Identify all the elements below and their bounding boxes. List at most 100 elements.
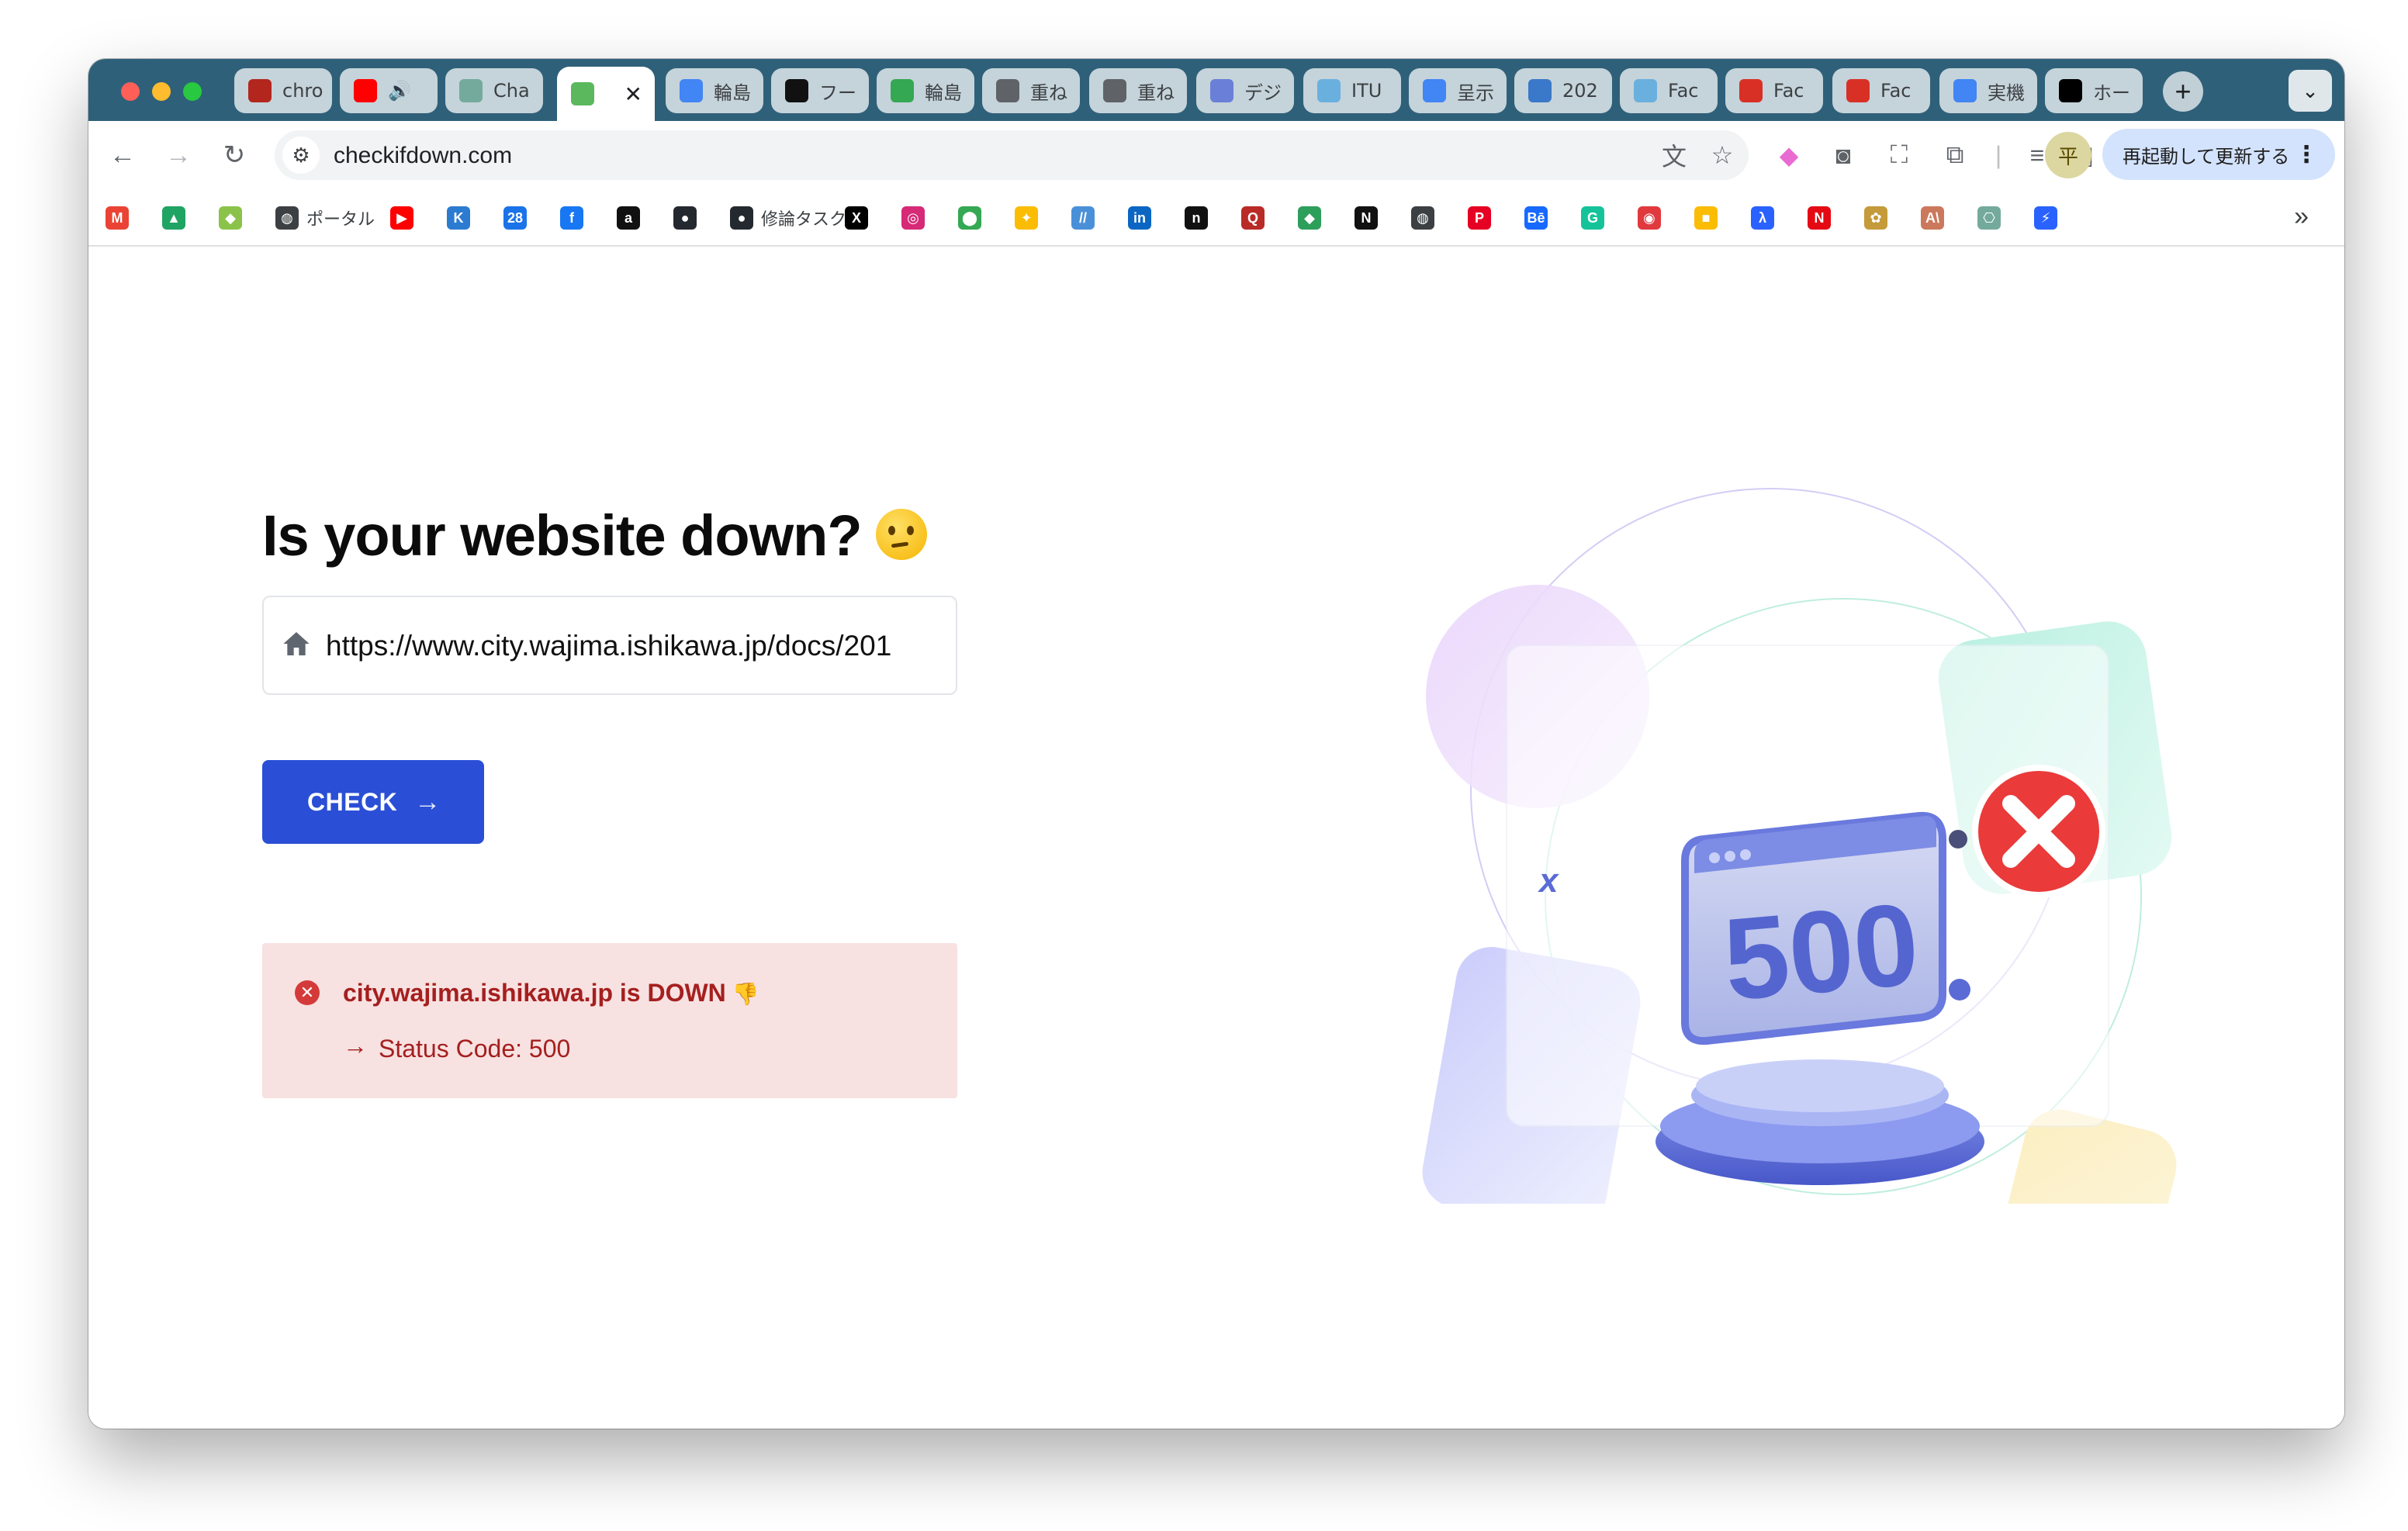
new-tab-button[interactable]: + [2163, 71, 2203, 112]
extension-icon[interactable]: ◆ [1772, 138, 1806, 172]
tab-14[interactable]: Fac [1620, 68, 1718, 113]
bookmarks-bar: M ▲ ◆ ◍ ポータル ▶ K 28 f a ● ● 修論タスク X ◎ ⬤ ✦ // in n Q ◆ N ◍ P Bē G ◉ ■… [88, 189, 2344, 247]
tab-6[interactable]: フー [771, 68, 869, 113]
tab-11[interactable]: ITU [1303, 68, 1401, 113]
tab-3[interactable]: Cha [445, 68, 543, 113]
bookmark-item[interactable]: P [1468, 205, 1491, 231]
bookmark-item[interactable]: ▶ [390, 205, 413, 231]
tab-label: 呈示 [1457, 81, 1494, 104]
close-window-button[interactable] [121, 82, 140, 101]
bookmark-item[interactable]: X [845, 205, 868, 231]
tab-2[interactable]: 🔊 [340, 68, 438, 113]
zoom-window-button[interactable] [183, 82, 202, 101]
speaker-icon[interactable]: 🔊 [388, 80, 411, 102]
notion-icon: N [1354, 206, 1378, 230]
tab-13[interactable]: 202 [1514, 68, 1612, 113]
bookmark-item[interactable]: 28 [503, 205, 527, 231]
bookmark-item[interactable]: K [447, 205, 470, 231]
tab-4[interactable]: ✕ [557, 67, 655, 121]
minimize-window-button[interactable] [152, 82, 171, 101]
bookmark-item[interactable]: M [106, 205, 129, 231]
amazon-icon [785, 79, 808, 102]
bookmark-item[interactable]: in [1128, 205, 1151, 231]
bookmark-item[interactable]: ⚡ [2034, 205, 2057, 231]
thinking-face-icon [875, 509, 927, 560]
home-icon [283, 632, 310, 655]
tab-8[interactable]: 重ね [982, 68, 1080, 113]
app-icon: K [447, 206, 470, 230]
reload-button[interactable]: ↻ [217, 138, 251, 172]
tab-1[interactable]: chro [234, 68, 332, 113]
bookmark-item[interactable]: ⎔ [1977, 205, 2001, 231]
facebook-icon: f [560, 206, 583, 230]
tab-label: 重ね [1137, 81, 1175, 104]
website-url-input[interactable]: https://www.city.wajima.ishikawa.jp/docs… [262, 596, 957, 695]
camera-icon[interactable]: ◙ [1826, 138, 1860, 172]
pdf-icon [1846, 79, 1870, 102]
bookmark-item[interactable]: ◍ [1411, 205, 1434, 231]
google-icon [1953, 79, 1977, 102]
menu-icon[interactable]: ⋮ [2295, 141, 2318, 168]
bookmark-item[interactable]: λ [1751, 205, 1774, 231]
bookmark-item[interactable]: ◍ ポータル [275, 205, 375, 231]
bookmark-item[interactable]: ✦ [1015, 205, 1038, 231]
back-button[interactable]: ← [106, 138, 140, 172]
bookmark-item[interactable]: ✿ [1864, 205, 1887, 231]
close-tab-icon[interactable]: ✕ [624, 81, 642, 107]
forward-button[interactable]: → [161, 138, 195, 172]
address-bar[interactable]: ⚙ checkifdown.com 文 ☆ [275, 130, 1749, 180]
bookmark-item[interactable]: ⬤ [958, 205, 981, 231]
bookmark-item[interactable]: ● 修論タスク [730, 205, 846, 231]
itu-icon [1317, 79, 1341, 102]
tab-12[interactable]: 呈示 [1409, 68, 1507, 113]
bookmark-item[interactable]: n [1185, 205, 1208, 231]
bookmark-item[interactable]: A\ [1921, 205, 1944, 231]
bookmark-label: 修論タスク [761, 210, 847, 230]
bookmark-item[interactable]: f [560, 205, 583, 231]
tab-16[interactable]: Fac [1832, 68, 1930, 113]
tab-label: 202 [1562, 80, 1598, 102]
tab-15[interactable]: Fac [1725, 68, 1823, 113]
bookmark-item[interactable]: Bē [1524, 205, 1548, 231]
tab-17[interactable]: 実機 [1939, 68, 2037, 113]
screenshot-icon[interactable]: ⛶ [1882, 138, 1916, 172]
bookmark-item[interactable]: ◆ [219, 205, 242, 231]
tab-5[interactable]: 輪島 [666, 68, 763, 113]
bookmark-item[interactable]: ▲ [162, 205, 185, 231]
tab-10[interactable]: デジ [1196, 68, 1294, 113]
translate-icon[interactable]: 文 [1659, 140, 1690, 171]
behance-icon: Bē [1524, 206, 1548, 230]
bookmark-item[interactable]: N [1354, 205, 1378, 231]
bookmark-item[interactable]: ● [673, 205, 697, 231]
bookmark-item[interactable]: ◆ [1298, 205, 1321, 231]
bookmark-item[interactable]: a [617, 205, 640, 231]
netflix-icon: N [1808, 206, 1831, 230]
url-text[interactable]: checkifdown.com [334, 143, 512, 169]
website-url-value[interactable]: https://www.city.wajima.ishikawa.jp/docs… [326, 630, 946, 662]
tab-search-button[interactable]: ⌄ [2289, 70, 2332, 112]
site-info-icon[interactable]: ⚙ [282, 137, 320, 174]
grammarly-icon: G [1581, 206, 1604, 230]
update-button[interactable]: 再起動して更新する ⋮ [2102, 129, 2335, 180]
tab-18[interactable]: ホー [2045, 68, 2143, 113]
bookmark-star-icon[interactable]: ☆ [1707, 140, 1738, 171]
bookmark-item[interactable]: // [1071, 205, 1095, 231]
tab-9[interactable]: 重ね [1089, 68, 1187, 113]
bookmark-item[interactable]: ◉ [1638, 205, 1661, 231]
check-button-label: CHECK [307, 787, 398, 816]
bookmark-item[interactable]: N [1808, 205, 1831, 231]
bookmark-item[interactable]: Q [1241, 205, 1265, 231]
more-bookmarks-button[interactable]: » [2294, 202, 2309, 232]
app-icon: n [1185, 206, 1208, 230]
alert-title: city.wajima.ishikawa.jp is DOWN 👎 [343, 979, 759, 1007]
profile-avatar[interactable]: 平 [2045, 132, 2091, 178]
bookmark-item[interactable]: G [1581, 205, 1604, 231]
browser-window: chro 🔊 Cha ✕ 輪島 フー 輪島 重ね 重ね デジ ITU 呈示 202 Fac Fac Fac 実機… [88, 59, 2344, 1429]
check-button[interactable]: CHECK → [262, 760, 484, 844]
tab-label: ITU [1351, 80, 1382, 102]
tab-label: Fac [1880, 80, 1912, 102]
bookmark-item[interactable]: ◎ [901, 205, 925, 231]
bookmark-item[interactable]: ■ [1694, 205, 1718, 231]
tab-7[interactable]: 輪島 [877, 68, 974, 113]
extensions-puzzle-icon[interactable]: ⧉ [1938, 138, 1972, 172]
